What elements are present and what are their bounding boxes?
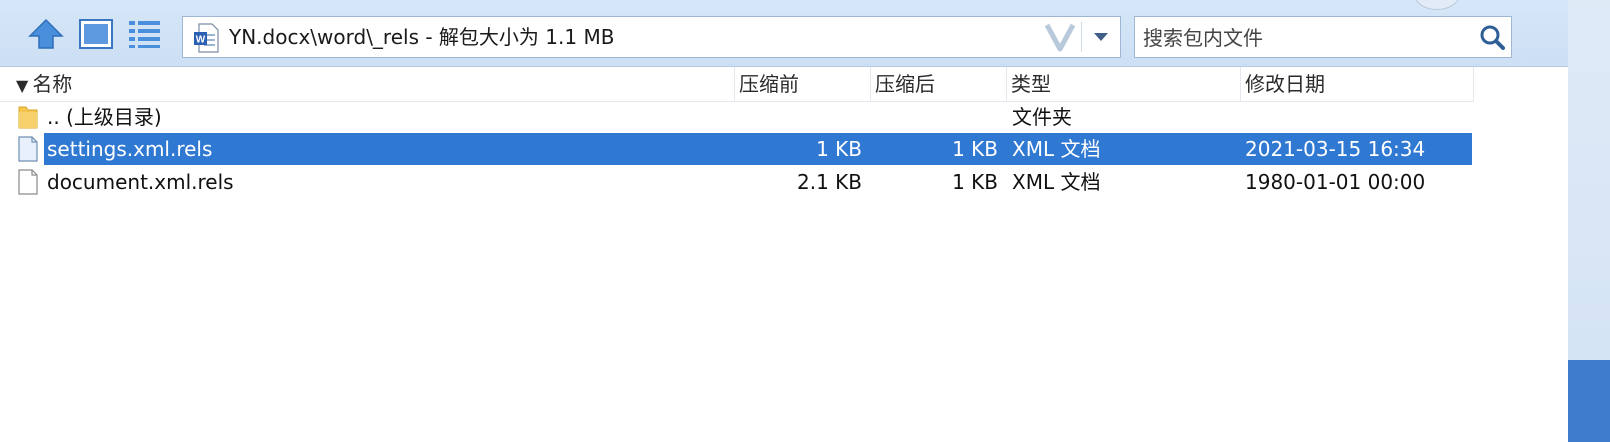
file-type: XML 文档: [1012, 170, 1101, 194]
user-avatar[interactable]: [1414, 0, 1460, 10]
list-view-button[interactable]: [125, 14, 165, 54]
modified-date: 2021-03-15 16:34: [1245, 137, 1426, 161]
file-list: ▼ 名称 压缩前 压缩后 类型 修改日期 .. (上级目录) 文件夹 setti…: [0, 67, 1568, 442]
taskbar-edge: [1568, 360, 1610, 442]
word-document-icon: W: [194, 23, 219, 53]
address-bar[interactable]: W YN.docx\word\_rels - 解包大小为 1.1 MB: [182, 16, 1121, 58]
column-header-date[interactable]: 修改日期: [1240, 67, 1474, 101]
toolbar: W YN.docx\word\_rels - 解包大小为 1.1 MB: [0, 0, 1568, 67]
column-header-type[interactable]: 类型: [1006, 67, 1240, 101]
up-button[interactable]: [26, 14, 66, 54]
file-icon: [18, 169, 38, 195]
size-after: [870, 101, 998, 133]
search-button[interactable]: [1475, 19, 1509, 55]
size-after: 1 KB: [952, 137, 998, 161]
list-item-settings-xml-rels[interactable]: settings.xml.rels 1 KB 1 KB XML 文档 2021-…: [0, 133, 1474, 165]
size-before: 2.1 KB: [797, 170, 862, 194]
address-dropdown-button[interactable]: [1082, 17, 1120, 57]
v-history-icon[interactable]: [1044, 22, 1076, 52]
file-type: 文件夹: [1012, 105, 1072, 129]
search-icon: [1480, 25, 1505, 50]
sort-down-icon: ▼: [16, 76, 29, 95]
list-item-document-xml-rels[interactable]: document.xml.rels 2.1 KB 1 KB XML 文档 198…: [0, 166, 1474, 198]
search-input[interactable]: [1141, 17, 1465, 59]
desktop-edge: [1568, 0, 1610, 442]
file-type: XML 文档: [1012, 137, 1101, 161]
file-name: settings.xml.rels: [47, 137, 213, 161]
list-item-parent-folder[interactable]: .. (上级目录) 文件夹: [0, 101, 1474, 133]
archive-window: W YN.docx\word\_rels - 解包大小为 1.1 MB 搜索包内…: [0, 0, 1568, 442]
list-header: ▼ 名称 压缩前 压缩后 类型 修改日期: [0, 67, 1474, 102]
modified-date: 1980-01-01 00:00: [1245, 170, 1426, 194]
address-path[interactable]: YN.docx\word\_rels - 解包大小为 1.1 MB: [229, 17, 614, 57]
size-before: [734, 101, 862, 133]
chevron-down-icon: [1094, 33, 1108, 41]
column-header-before[interactable]: 压缩前: [734, 67, 870, 101]
list-view-icon: [129, 21, 160, 48]
thumbnail-view-button[interactable]: [76, 14, 116, 54]
column-header-name[interactable]: ▼ 名称: [16, 67, 734, 101]
search-box: [1134, 16, 1512, 59]
column-header-after[interactable]: 压缩后: [870, 67, 1006, 101]
size-before: 1 KB: [816, 137, 862, 161]
file-name: document.xml.rels: [47, 170, 234, 194]
svg-text:W: W: [196, 35, 206, 46]
arrow-up-icon: [28, 18, 64, 49]
file-name: .. (上级目录): [47, 105, 162, 129]
size-after: 1 KB: [952, 170, 998, 194]
file-icon: [18, 136, 38, 162]
folder-icon: [18, 106, 38, 129]
thumbnail-view-icon: [79, 19, 113, 49]
